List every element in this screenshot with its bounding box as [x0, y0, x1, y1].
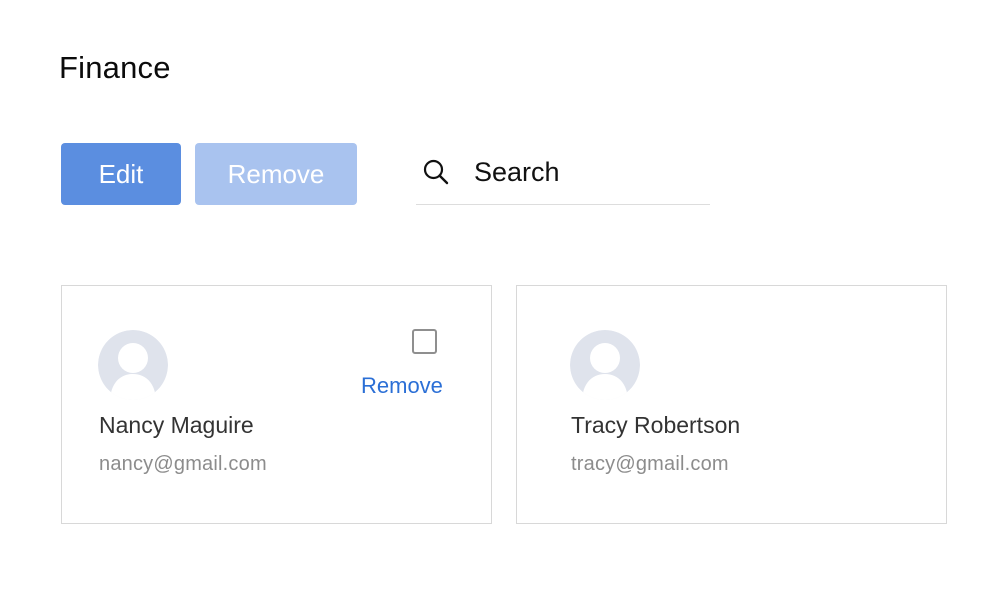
page-title: Finance [59, 50, 171, 85]
search-icon [422, 158, 450, 186]
member-name: Tracy Robertson [571, 412, 741, 438]
member-card: Remove Nancy Maguire nancy@gmail.com [61, 285, 492, 524]
avatar [570, 330, 640, 400]
member-email: nancy@gmail.com [99, 453, 267, 475]
member-email: tracy@gmail.com [571, 453, 729, 475]
member-card: Tracy Robertson tracy@gmail.com [516, 285, 947, 524]
edit-button[interactable]: Edit [61, 143, 181, 205]
member-select-checkbox[interactable] [412, 329, 437, 354]
member-name: Nancy Maguire [99, 412, 254, 438]
search-input[interactable] [474, 156, 694, 188]
remove-member-link[interactable]: Remove [361, 373, 443, 399]
search-bar [416, 140, 710, 205]
person-placeholder-icon [98, 330, 168, 400]
avatar [98, 330, 168, 400]
remove-button[interactable]: Remove [195, 143, 357, 205]
person-placeholder-icon [570, 330, 640, 400]
